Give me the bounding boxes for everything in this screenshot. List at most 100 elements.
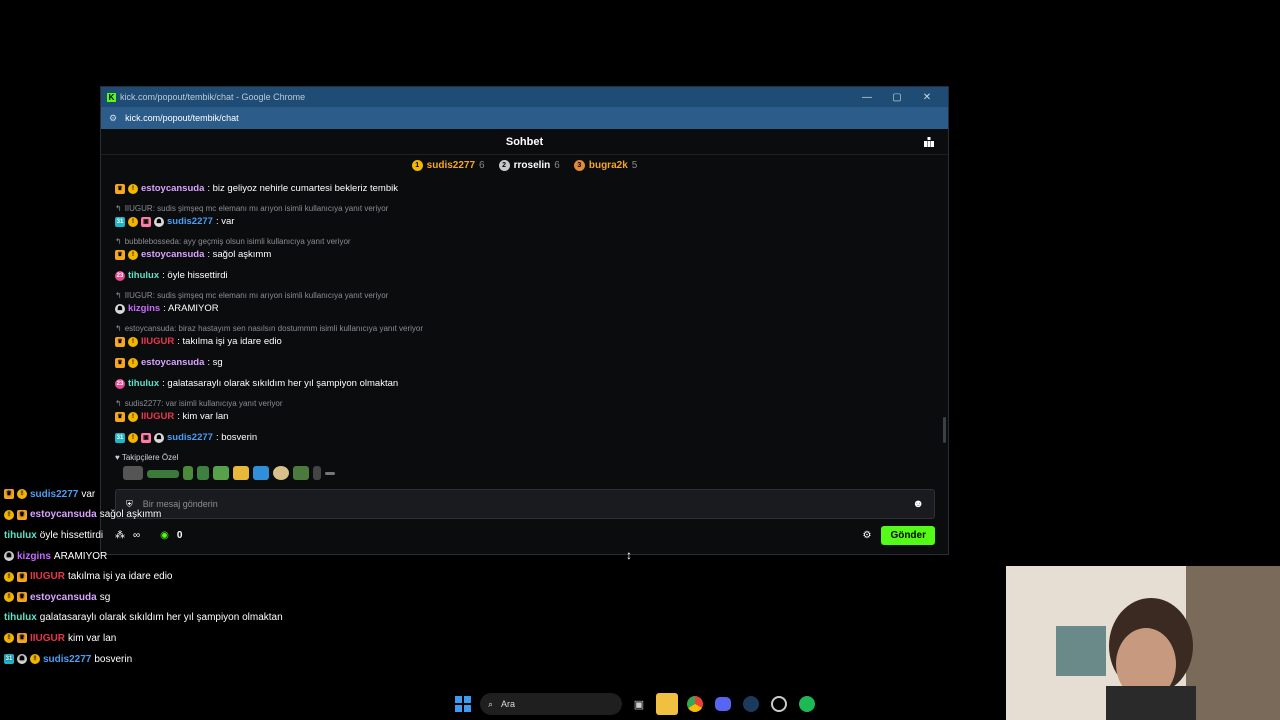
reply-context[interactable]: ↰ estoycansuda: biraz hastayım sen nasıls…	[115, 324, 935, 333]
founder-badge-icon: !	[4, 571, 14, 582]
send-button[interactable]: Gönder	[881, 525, 935, 545]
emote[interactable]	[147, 470, 179, 478]
steam-icon[interactable]	[740, 693, 762, 715]
chat-message[interactable]: 23 tihulux: galatasaraylı olarak sıkıldım…	[115, 378, 935, 390]
top-gifter[interactable]: 3 bugra2k 5	[573, 159, 637, 171]
gifter-count: 6	[554, 159, 560, 171]
reply-context[interactable]: ↰ IIUGUR: sudis şimşeq mc elemanı mı arıy…	[115, 291, 935, 300]
gifter-name: bugra2k	[588, 159, 628, 171]
overlay-message-text: var	[81, 488, 96, 500]
file-explorer-icon[interactable]	[656, 693, 678, 715]
chat-username[interactable]: estoycansuda	[141, 183, 204, 195]
reply-context[interactable]: ↰ bubblebosseda: ayy geçmiş olsun isimli …	[115, 237, 935, 246]
emote[interactable]	[273, 466, 289, 480]
emoji-picker-icon[interactable]: ☻	[912, 498, 924, 510]
chrome-icon[interactable]	[684, 693, 706, 715]
overlay-username: tihulux	[4, 529, 37, 541]
chat-username[interactable]: kizgins	[128, 303, 160, 315]
emote[interactable]	[213, 466, 229, 480]
app-icon[interactable]	[768, 693, 790, 715]
chat-username[interactable]: IIUGUR	[141, 336, 174, 348]
chat-message[interactable]: ♛! estoycansuda: sg	[115, 357, 935, 369]
chat-message[interactable]: ♛! estoycansuda: sağol aşkımm	[115, 249, 935, 261]
reply-icon: ↰	[115, 324, 122, 333]
taskbar-search[interactable]: ⌕ Ara	[480, 693, 622, 715]
overlay-chat-line: tihulux öyle hissettirdi	[4, 525, 283, 546]
subscriber-badge-icon: 31	[115, 433, 125, 443]
window-titlebar[interactable]: K kick.com/popout/tembik/chat - Google C…	[101, 87, 948, 107]
crown-badge-icon: ♛	[17, 509, 27, 520]
crown-badge-icon: ♛	[17, 592, 27, 603]
gifter-count: 6	[479, 159, 485, 171]
founder-badge-icon: !	[128, 217, 138, 227]
og-badge-icon: ☗	[154, 433, 164, 443]
overlay-username: estoycansuda	[30, 509, 97, 521]
emote[interactable]	[183, 466, 193, 480]
gifter-rank-icon: 2	[498, 159, 510, 171]
chat-scrollbar[interactable]	[943, 417, 946, 443]
reply-icon: ↰	[115, 291, 122, 300]
overlay-message-text: öyle hissettirdi	[39, 529, 104, 541]
gift-badge-icon: ▣	[141, 433, 151, 443]
chat-username[interactable]: IIUGUR	[141, 411, 174, 423]
chat-message[interactable]: ♛! estoycansuda: biz geliyoz nehirle cuma…	[115, 183, 935, 195]
windows-start-icon[interactable]	[452, 693, 474, 715]
overlay-chat-line: ♛! sudis2277 var	[4, 484, 283, 505]
emote[interactable]	[325, 472, 335, 475]
chat-username[interactable]: sudis2277	[167, 216, 213, 228]
spotify-icon[interactable]	[796, 693, 818, 715]
chat-username[interactable]: tihulux	[128, 378, 159, 390]
chat-message-text: : sg	[207, 357, 223, 368]
emote[interactable]	[123, 466, 143, 480]
address-bar[interactable]: ⚙ kick.com/popout/tembik/chat	[101, 107, 948, 129]
chat-message-text: : öyle hissettirdi	[162, 270, 228, 281]
reply-icon: ↰	[115, 204, 122, 213]
chat-header: Sohbet	[101, 129, 948, 155]
overlay-message-text: sağol aşkımm	[99, 509, 162, 521]
chat-message[interactable]: 23 tihulux: öyle hissettirdi	[115, 270, 935, 282]
emote[interactable]	[293, 466, 309, 480]
emote[interactable]	[253, 466, 269, 480]
task-view-icon[interactable]: ▣	[628, 693, 650, 715]
reply-context[interactable]: ↰ IIUGUR: sudis şimşeq mc elemanı mı arıy…	[115, 204, 935, 213]
site-settings-icon[interactable]: ⚙	[109, 113, 117, 124]
chat-message-text: : kim var lan	[177, 411, 229, 422]
minimize-button[interactable]: —	[852, 92, 882, 103]
kick-logo-icon: K	[107, 92, 116, 102]
chat-username[interactable]: estoycansuda	[141, 249, 204, 261]
founder-badge-icon: !	[17, 489, 27, 500]
overlay-chat-line: tihulux galatasaraylı olarak sıkıldım her…	[4, 608, 283, 629]
chat-message[interactable]: 31! ▣ ☗ sudis2277: var	[115, 216, 935, 228]
overlay-chat-line: ! ♛ estoycansuda sg	[4, 587, 283, 608]
chat-message[interactable]: ♛! IIUGUR: takılma işi ya idare edio	[115, 336, 935, 348]
emote-quick-bar: ♥ Takipçilere Özel	[115, 453, 335, 480]
founder-badge-icon: !	[128, 358, 138, 368]
maximize-button[interactable]: ▢	[882, 92, 912, 103]
chat-username[interactable]: sudis2277	[167, 432, 213, 444]
chat-message[interactable]: ♛! IIUGUR: kim var lan	[115, 411, 935, 423]
chat-username[interactable]: estoycansuda	[141, 357, 204, 369]
chat-settings-icon[interactable]: ⚙	[862, 530, 871, 541]
overlay-chat-line: 31 ☗! sudis2277 bosverin	[4, 649, 283, 670]
emote[interactable]	[233, 466, 249, 480]
founder-badge-icon: !	[128, 250, 138, 260]
emote[interactable]	[197, 466, 209, 480]
reply-text: IIUGUR: sudis şimşeq mc elemanı mı arıyo…	[124, 204, 389, 213]
crown-badge-icon: ♛	[115, 184, 125, 194]
top-gifter[interactable]: 2 rroselin 6	[498, 159, 560, 171]
top-gifter[interactable]: 1 sudis2277 6	[411, 159, 485, 171]
overlay-username: IIUGUR	[30, 632, 65, 644]
chat-username[interactable]: tihulux	[128, 270, 159, 282]
search-icon: ⌕	[488, 698, 494, 709]
chat-message-text: : var	[215, 216, 235, 227]
chat-message[interactable]: ☗ kizgins: ARAMIYOR	[115, 303, 935, 315]
discord-icon[interactable]	[712, 693, 734, 715]
reply-context[interactable]: ↰ sudis2277: var isimli kullanıcıya yanıt…	[115, 399, 935, 408]
top-gifters-bar: 1 sudis2277 6 2 rroselin 6 3 bugra2k 5	[101, 155, 948, 173]
overlay-chat-line: ☗ kizgins ARAMIYOR	[4, 546, 283, 567]
emote[interactable]	[313, 466, 321, 480]
close-button[interactable]: ✕	[912, 92, 942, 103]
overlay-chat-line: ! ♛ IIUGUR takılma işi ya idare edio	[4, 566, 283, 587]
users-icon[interactable]	[924, 137, 934, 147]
chat-message[interactable]: 31! ▣ ☗ sudis2277: bosverin	[115, 432, 935, 444]
